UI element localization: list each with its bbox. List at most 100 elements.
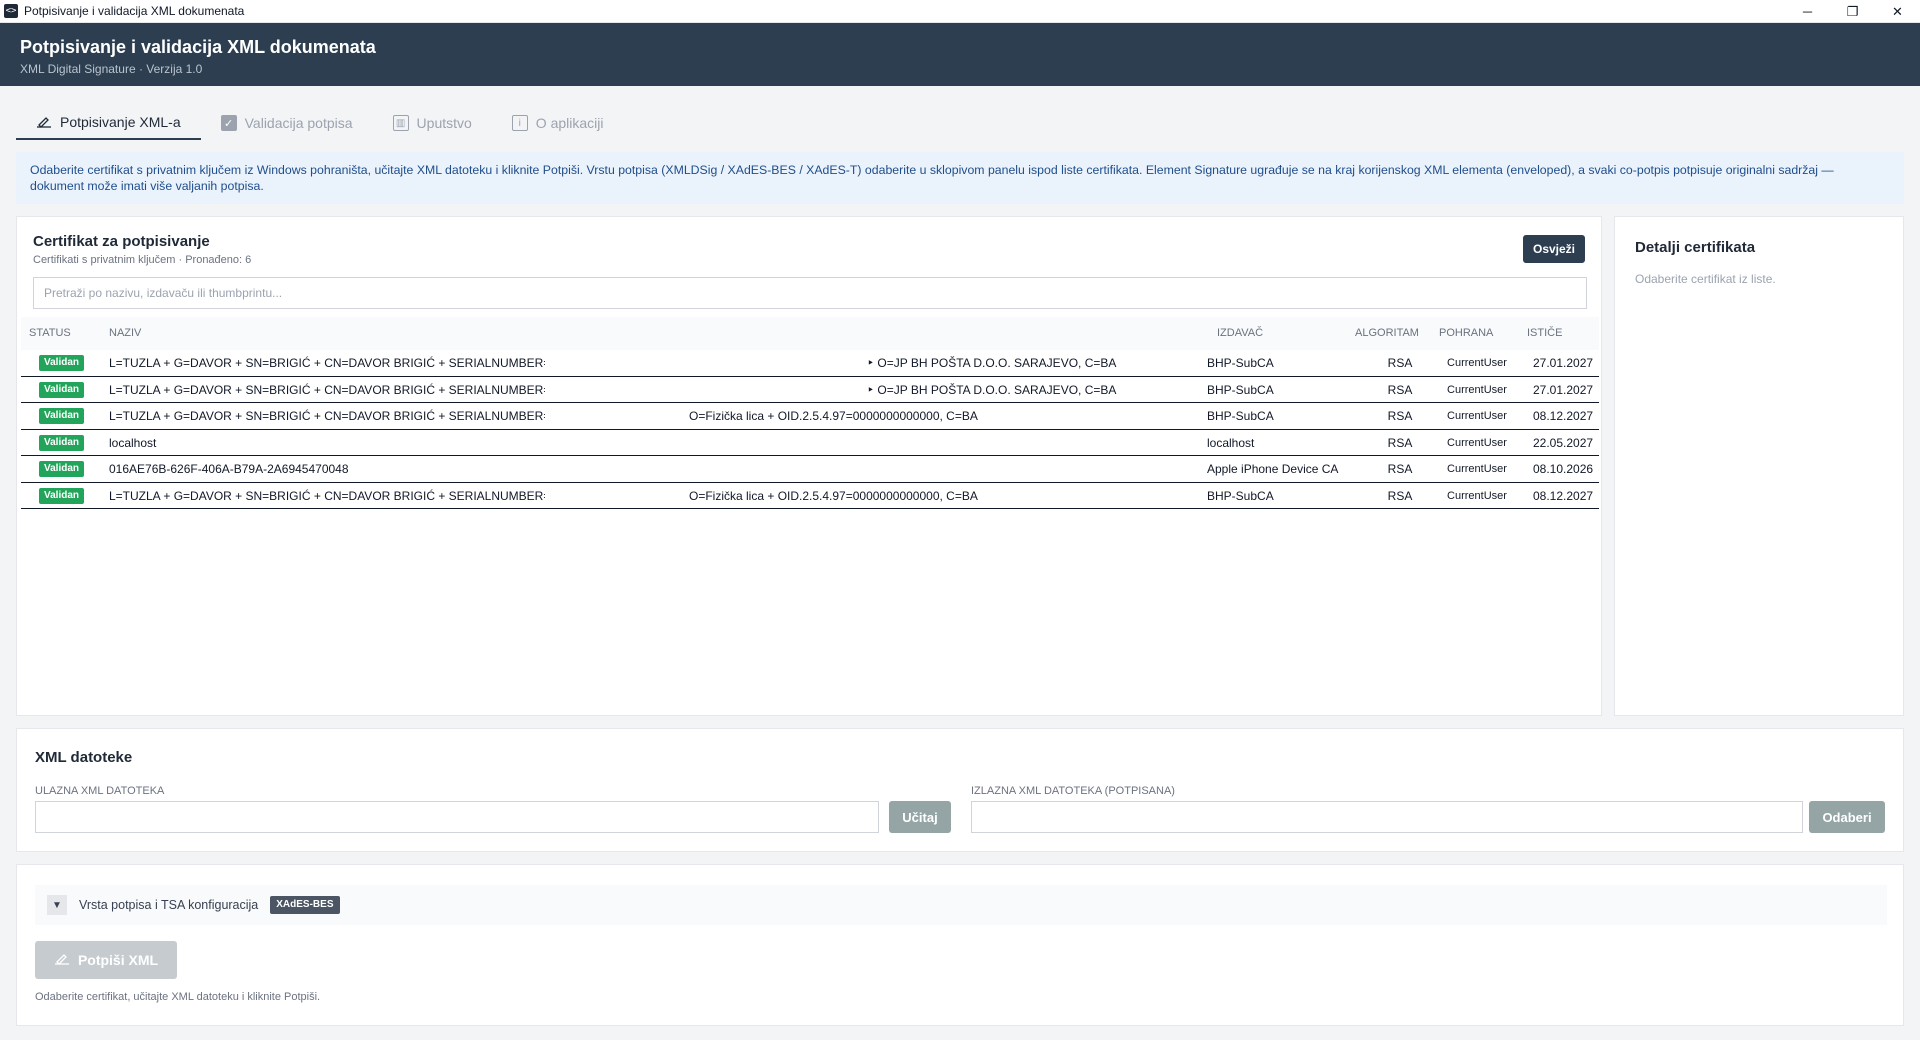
column-status[interactable]: Status [29,317,71,350]
cert-expiry: 27.01.2027 [1533,356,1593,370]
cert-name: L=TUZLA + G=DAVOR + SN=BRIGIĆ + CN=DAVOR… [109,488,545,503]
app-subtitle: XML Digital Signature · Verzija 1.0 [20,62,203,76]
refresh-button[interactable]: Osvježi [1523,235,1585,263]
cert-algorithm: RSA [1387,409,1413,423]
table-row[interactable]: Validan L=TUZLA + G=DAVOR + SN=BRIGIĆ + … [21,483,1599,509]
window-controls: ─ ❐ ✕ [1785,0,1920,23]
certificate-panel: Certifikat za potpisivanje Certifikati s… [16,216,1602,716]
tab-guide[interactable]: ▥ Uputstvo [373,106,492,140]
status-badge: Validan [39,434,85,451]
cert-expiry: 22.05.2027 [1533,435,1593,450]
cert-store: CurrentUser [1447,489,1507,502]
close-button[interactable]: ✕ [1875,0,1920,23]
signature-type-label: Vrsta potpisa i TSA konfiguracija [79,898,259,912]
choose-button[interactable]: Odaberi [1809,801,1885,833]
cert-name: L=TUZLA + G=DAVOR + SN=BRIGIĆ + CN=DAVOR… [109,409,545,423]
column-pohrana[interactable]: Pohrana [1439,317,1493,350]
window-titlebar: <> Potpisivanje i validacija XML dokumen… [0,0,1920,23]
tab-validation[interactable]: ✓ Validacija potpisa [201,106,373,140]
maximize-button[interactable]: ❐ [1830,0,1875,23]
details-empty-text: Odaberite certifikat iz liste. [1635,272,1776,286]
output-file-field[interactable] [971,801,1803,833]
cert-issuer: BHP-SubCA [1207,356,1274,370]
certificate-panel-header: Certifikat za potpisivanje Certifikati s… [33,233,251,266]
load-button[interactable]: Učitaj [889,801,951,833]
certificate-table-body: Validan L=TUZLA + G=DAVOR + SN=BRIGIĆ + … [21,350,1599,509]
signing-panel: ▼ Vrsta potpisa i TSA konfiguracija XAdE… [16,864,1904,1026]
details-title: Detalji certifikata [1635,239,1756,256]
cert-store: CurrentUser [1447,436,1507,449]
status-badge: Validan [39,461,85,477]
table-row[interactable]: Validan L=TUZLA + G=DAVOR + SN=BRIGIĆ + … [21,377,1599,403]
cert-expiry: 08.12.2027 [1533,488,1593,503]
app-header: Potpisivanje i validacija XML dokumenata… [0,23,1920,86]
cert-algorithm: RSA [1387,356,1413,370]
checkbox-icon: ✓ [220,115,237,131]
xml-files-panel: XML datoteke Ulazna XML datoteka Učitaj … [16,728,1904,852]
cert-issuer: BHP-SubCA [1207,382,1274,397]
tab-label: Uputstvo [416,115,472,131]
cert-issuer: BHP-SubCA [1207,409,1274,423]
cert-subject-extra: O=Fizička lica + OID.2.5.4.97=0000000000… [689,488,978,503]
cert-expiry: 08.12.2027 [1533,409,1593,423]
column-izdavac[interactable]: Izdavač [1217,317,1263,350]
column-algoritam[interactable]: Algoritam [1355,317,1419,350]
input-file-field[interactable] [35,801,879,833]
cert-algorithm: RSA [1387,435,1413,450]
info-banner: Odaberite certifikat s privatnim ključem… [16,152,1904,204]
cert-issuer: BHP-SubCA [1207,488,1274,503]
info-icon: i [511,115,528,131]
cert-name: 016AE76B-626F-406A-B79A-2A6945470048 [109,462,349,476]
cert-algorithm: RSA [1387,382,1413,397]
cert-name: L=TUZLA + G=DAVOR + SN=BRIGIĆ + CN=DAVOR… [109,356,545,370]
cert-store: CurrentUser [1447,383,1507,396]
column-naziv[interactable]: Naziv [109,317,141,350]
table-row[interactable]: Validan 016AE76B-626F-406A-B79A-2A694547… [21,456,1599,483]
tab-label: O aplikaciji [535,115,604,131]
chevron-down-icon[interactable]: ▼ [47,895,67,915]
status-badge: Validan [39,355,85,371]
tab-label: Validacija potpisa [244,115,353,131]
cert-subject-extra: O=Fizička lica + OID.2.5.4.97=0000000000… [689,409,978,423]
status-badge: Validan [39,487,85,504]
cert-algorithm: RSA [1387,488,1413,503]
window-title: Potpisivanje i validacija XML dokumenata [24,4,245,18]
signature-type-badge: XAdES-BES [270,896,340,914]
cert-name: localhost [109,435,157,450]
output-file-label: Izlazna XML datoteka (potpisana) [971,785,1175,797]
cert-store: CurrentUser [1447,463,1507,475]
cert-issuer: localhost [1207,435,1255,450]
table-row[interactable]: Validan L=TUZLA + G=DAVOR + SN=BRIGIĆ + … [21,403,1599,430]
app-icon: <> [4,4,18,18]
certificate-panel-title: Certifikat za potpisivanje [33,233,210,250]
status-badge: Validan [39,408,85,424]
status-badge: Validan [39,381,85,398]
cert-name: L=TUZLA + G=DAVOR + SN=BRIGIĆ + CN=DAVOR… [109,382,545,397]
sign-xml-button[interactable]: Potpiši XML [35,941,177,979]
sign-icon [36,114,52,130]
cert-issuer: Apple iPhone Device CA [1207,462,1339,476]
table-row[interactable]: Validan localhost localhost RSA CurrentU… [21,430,1599,456]
certificate-details-panel: Detalji certifikata Odaberite certifikat… [1614,216,1904,716]
tab-signing[interactable]: Potpisivanje XML-a [16,106,201,140]
book-icon: ▥ [392,115,409,131]
xml-files-title: XML datoteke [35,749,133,766]
cert-store: CurrentUser [1447,410,1507,422]
table-row[interactable]: Validan L=TUZLA + G=DAVOR + SN=BRIGIĆ + … [21,350,1599,377]
app-title: Potpisivanje i validacija XML dokumenata [20,37,376,57]
cert-expiry: 08.10.2026 [1533,462,1593,476]
tab-about[interactable]: i O aplikaciji [492,106,624,140]
certificate-search-input[interactable] [33,277,1587,309]
column-istice[interactable]: Ističe [1527,317,1562,350]
signature-type-collapse[interactable]: ▼ Vrsta potpisa i TSA konfiguracija XAdE… [35,885,1887,925]
cert-store: CurrentUser [1447,357,1507,369]
main-tabs: Potpisivanje XML-a ✓ Validacija potpisa … [16,106,624,140]
cert-algorithm: RSA [1387,462,1413,476]
sign-hint-text: Odaberite certifikat, učitajte XML datot… [35,991,321,1003]
sign-xml-label: Potpiši XML [77,952,159,968]
tab-label: Potpisivanje XML-a [60,114,181,130]
minimize-button[interactable]: ─ [1785,0,1830,23]
table-header: Status Naziv Izdavač Algoritam Pohrana I… [21,317,1599,350]
cert-expiry: 27.01.2027 [1533,382,1593,397]
sign-icon [54,952,70,969]
